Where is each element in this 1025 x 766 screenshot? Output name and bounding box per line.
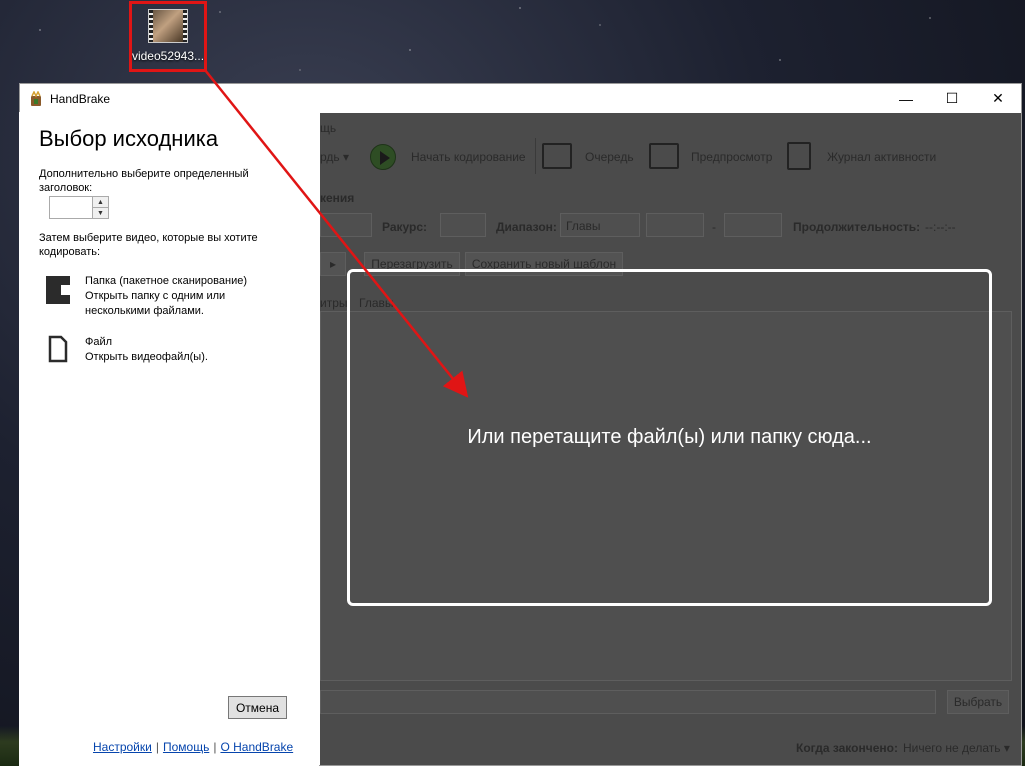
link-separator: | [213,740,217,754]
source-selection-panel: Выбор исходника Дополнительно выберите о… [19,112,319,766]
desktop-video-file-icon[interactable]: video52943... [129,1,207,72]
range-select[interactable]: Главы [560,213,640,237]
range-label: Диапазон: [496,220,557,234]
start-encode-button[interactable]: Начать кодирование [411,150,526,164]
play-icon[interactable] [370,144,396,170]
file-icon [48,335,68,363]
title-number-input[interactable] [50,197,93,218]
spin-up-icon[interactable]: ▲ [93,197,108,208]
range-end-select[interactable] [724,213,782,237]
title-select-note: Дополнительно выберите определенный заго… [39,168,249,194]
tab-subtitles-fragment[interactable]: итры [320,296,348,310]
title-select[interactable] [320,213,372,237]
folder-option[interactable]: Папка (пакетное сканирование) Открыть па… [43,274,265,319]
duration-value: --:--:-- [925,220,956,234]
angle-label: Ракурс: [382,220,428,234]
source-section-fragment: кения [320,191,355,205]
destination-path-input[interactable] [320,690,936,714]
range-start-select[interactable] [646,213,704,237]
file-option-title: Файл [85,336,113,348]
preset-arrow-button[interactable]: ▸ [320,252,346,276]
when-done-label: Когда закончено: [796,741,898,755]
link-separator: | [155,740,159,754]
folder-option-desc: Открыть папку с одним или несколькими фа… [85,290,226,317]
settings-link[interactable]: Настройки [93,740,152,754]
file-option-desc: Открыть видеофайл(ы). [85,351,208,363]
preview-film-icon[interactable] [649,143,679,169]
folder-batch-icon [46,276,70,304]
help-link[interactable]: Помощь [163,740,209,754]
queue-icon[interactable] [542,143,572,169]
window-title: HandBrake [50,91,111,106]
when-done-select[interactable]: Ничего не делать ▾ [903,741,1010,755]
cancel-button[interactable]: Отмена [228,696,287,719]
panel-footer-links: Настройки | Помощь | О HandBrake [93,740,293,754]
desktop-icon-label: video52943... [131,49,205,63]
folder-option-title: Папка (пакетное сканирование) [85,275,248,287]
spin-down-icon[interactable]: ▼ [93,208,108,218]
videos-select-note: Затем выберите видео, которые вы хотите … [39,232,258,258]
activity-log-button[interactable]: Журнал активности [827,150,936,164]
queue-button[interactable]: Очередь [585,150,634,164]
panel-heading: Выбор исходника [39,126,219,151]
minimize-button[interactable]: — [883,84,929,113]
angle-select[interactable] [440,213,486,237]
activity-log-icon[interactable] [787,142,811,170]
open-source-menu-fragment[interactable]: рдь ▾ [320,150,349,164]
handbrake-logo-icon [31,90,41,106]
range-value: Главы [566,219,601,233]
video-thumbnail-icon [148,9,188,43]
drop-zone-text: Или перетащите файл(ы) или папку сюда... [467,426,872,448]
title-bar: HandBrake — ☐ ✕ [20,84,1021,113]
close-button[interactable]: ✕ [975,84,1021,113]
maximize-button[interactable]: ☐ [929,84,975,113]
preview-button[interactable]: Предпросмотр [691,150,772,164]
menu-help-fragment[interactable]: щь [320,121,336,135]
title-number-spinner[interactable]: ▲ ▼ [49,196,109,219]
drop-zone[interactable]: Или перетащите файл(ы) или папку сюда... [347,269,992,606]
about-link[interactable]: О HandBrake [220,740,293,754]
duration-label: Продолжительность: [793,220,921,234]
browse-button[interactable]: Выбрать [947,690,1009,714]
range-dash: - [712,220,716,234]
toolbar-divider [535,138,536,174]
file-option[interactable]: Файл Открыть видеофайл(ы). [43,335,208,365]
